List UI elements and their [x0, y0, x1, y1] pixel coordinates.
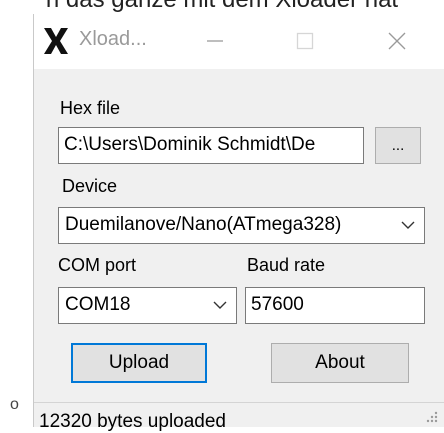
- maximize-button[interactable]: [282, 20, 328, 62]
- baud-rate-label: Baud rate: [247, 255, 326, 275]
- upload-button[interactable]: Upload: [71, 343, 207, 383]
- title-bar[interactable]: Xload...: [34, 14, 444, 69]
- hex-file-label: Hex file: [60, 98, 121, 118]
- resize-grip-icon[interactable]: [424, 409, 438, 423]
- background-stray-char: o: [10, 396, 19, 413]
- chevron-down-icon: [401, 221, 415, 229]
- browse-button[interactable]: ...: [375, 127, 421, 164]
- device-label: Device: [62, 176, 118, 196]
- status-bar-divider: [34, 402, 444, 403]
- minimize-button[interactable]: [192, 20, 238, 62]
- close-button[interactable]: [374, 20, 420, 62]
- baud-rate-field[interactable]: 57600: [245, 287, 425, 324]
- xloader-x-icon: [44, 28, 68, 54]
- device-select-value: Duemilanove/Nano(ATmega328): [65, 214, 342, 235]
- minimize-icon: [207, 40, 223, 42]
- com-port-label: COM port: [58, 255, 137, 275]
- chevron-down-icon: [213, 301, 227, 309]
- hex-file-field[interactable]: C:\Users\Dominik Schmidt\De: [58, 127, 364, 164]
- xloader-window: Xload... Hex file C:\Users\Dominik Schmi…: [33, 14, 444, 432]
- about-button[interactable]: About: [271, 343, 409, 383]
- background-document-text: n das ganze mit dem Xloader hat: [0, 0, 444, 14]
- maximize-icon: [296, 32, 314, 50]
- status-text: 12320 bytes uploaded: [39, 411, 226, 432]
- window-title: Xload...: [79, 28, 147, 50]
- com-port-select[interactable]: COM18: [58, 287, 237, 324]
- device-select[interactable]: Duemilanove/Nano(ATmega328): [58, 207, 425, 244]
- close-icon: [388, 32, 406, 50]
- com-port-select-value: COM18: [65, 294, 131, 315]
